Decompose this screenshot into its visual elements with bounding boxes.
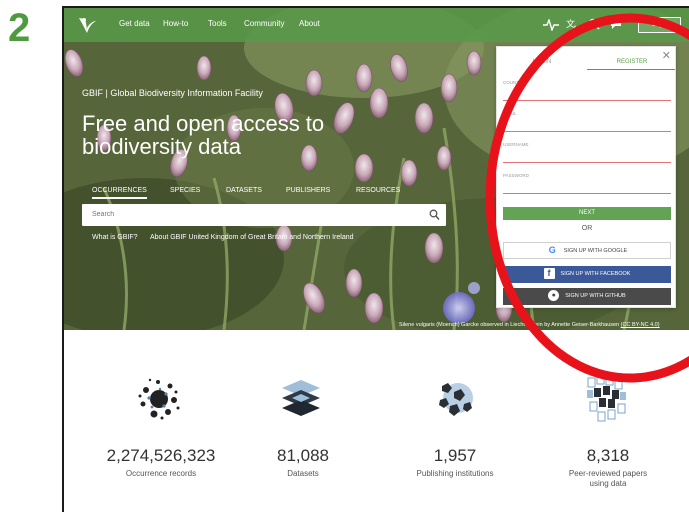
- nav-link-community[interactable]: Community: [244, 19, 284, 28]
- stat-label-occurrences[interactable]: Occurrence records: [91, 469, 231, 479]
- gbif-logo[interactable]: [76, 15, 98, 35]
- stat-value-datasets: 81,088: [277, 446, 329, 465]
- nav-link-about[interactable]: About: [299, 19, 320, 28]
- nav-link-how-to[interactable]: How-to: [163, 19, 188, 28]
- tab-datasets[interactable]: DATASETS: [226, 187, 262, 194]
- hero-headline: Free and open access to biodiversity dat…: [82, 111, 325, 159]
- stat-value-publishers: 1,957: [433, 446, 477, 465]
- what-is-gbif-link[interactable]: What is GBIF?: [92, 234, 138, 241]
- publishers-icon: [439, 383, 473, 416]
- search-submit-icon[interactable]: [429, 209, 440, 221]
- screenshot-stage: 2 Get data How-to Tools Community About …: [0, 0, 689, 512]
- tab-publishers[interactable]: PUBLISHERS: [286, 187, 330, 194]
- about-gbif-uk-link[interactable]: About GBIF United Kingdom of Great Brita…: [150, 234, 354, 241]
- stat-label-datasets[interactable]: Datasets: [233, 469, 373, 479]
- tab-species[interactable]: SPECIES: [170, 187, 200, 194]
- nav-link-get-data[interactable]: Get data: [119, 19, 150, 28]
- tab-occurrences[interactable]: OCCURRENCES: [92, 187, 147, 199]
- hero-search-box: [82, 204, 446, 226]
- stat-label-papers[interactable]: Peer-reviewed papers using data: [563, 469, 653, 489]
- nav-link-tools[interactable]: Tools: [208, 19, 227, 28]
- site-tagline: GBIF | Global Biodiversity Information F…: [82, 88, 263, 98]
- stat-value-occurrences: 2,274,526,323: [106, 446, 216, 465]
- stat-value-papers: 8,318: [586, 446, 630, 465]
- occurrences-icon: [138, 378, 180, 420]
- stat-label-publishers[interactable]: Publishing institutions: [385, 469, 525, 479]
- datasets-icon: [282, 380, 320, 416]
- step-number: 2: [8, 6, 31, 50]
- gbif-homepage-screenshot: Get data How-to Tools Community About 文 …: [62, 6, 689, 512]
- highlight-ellipse: [485, 13, 689, 383]
- hero-search-input[interactable]: [92, 204, 412, 226]
- tab-resources[interactable]: RESOURCES: [356, 187, 400, 194]
